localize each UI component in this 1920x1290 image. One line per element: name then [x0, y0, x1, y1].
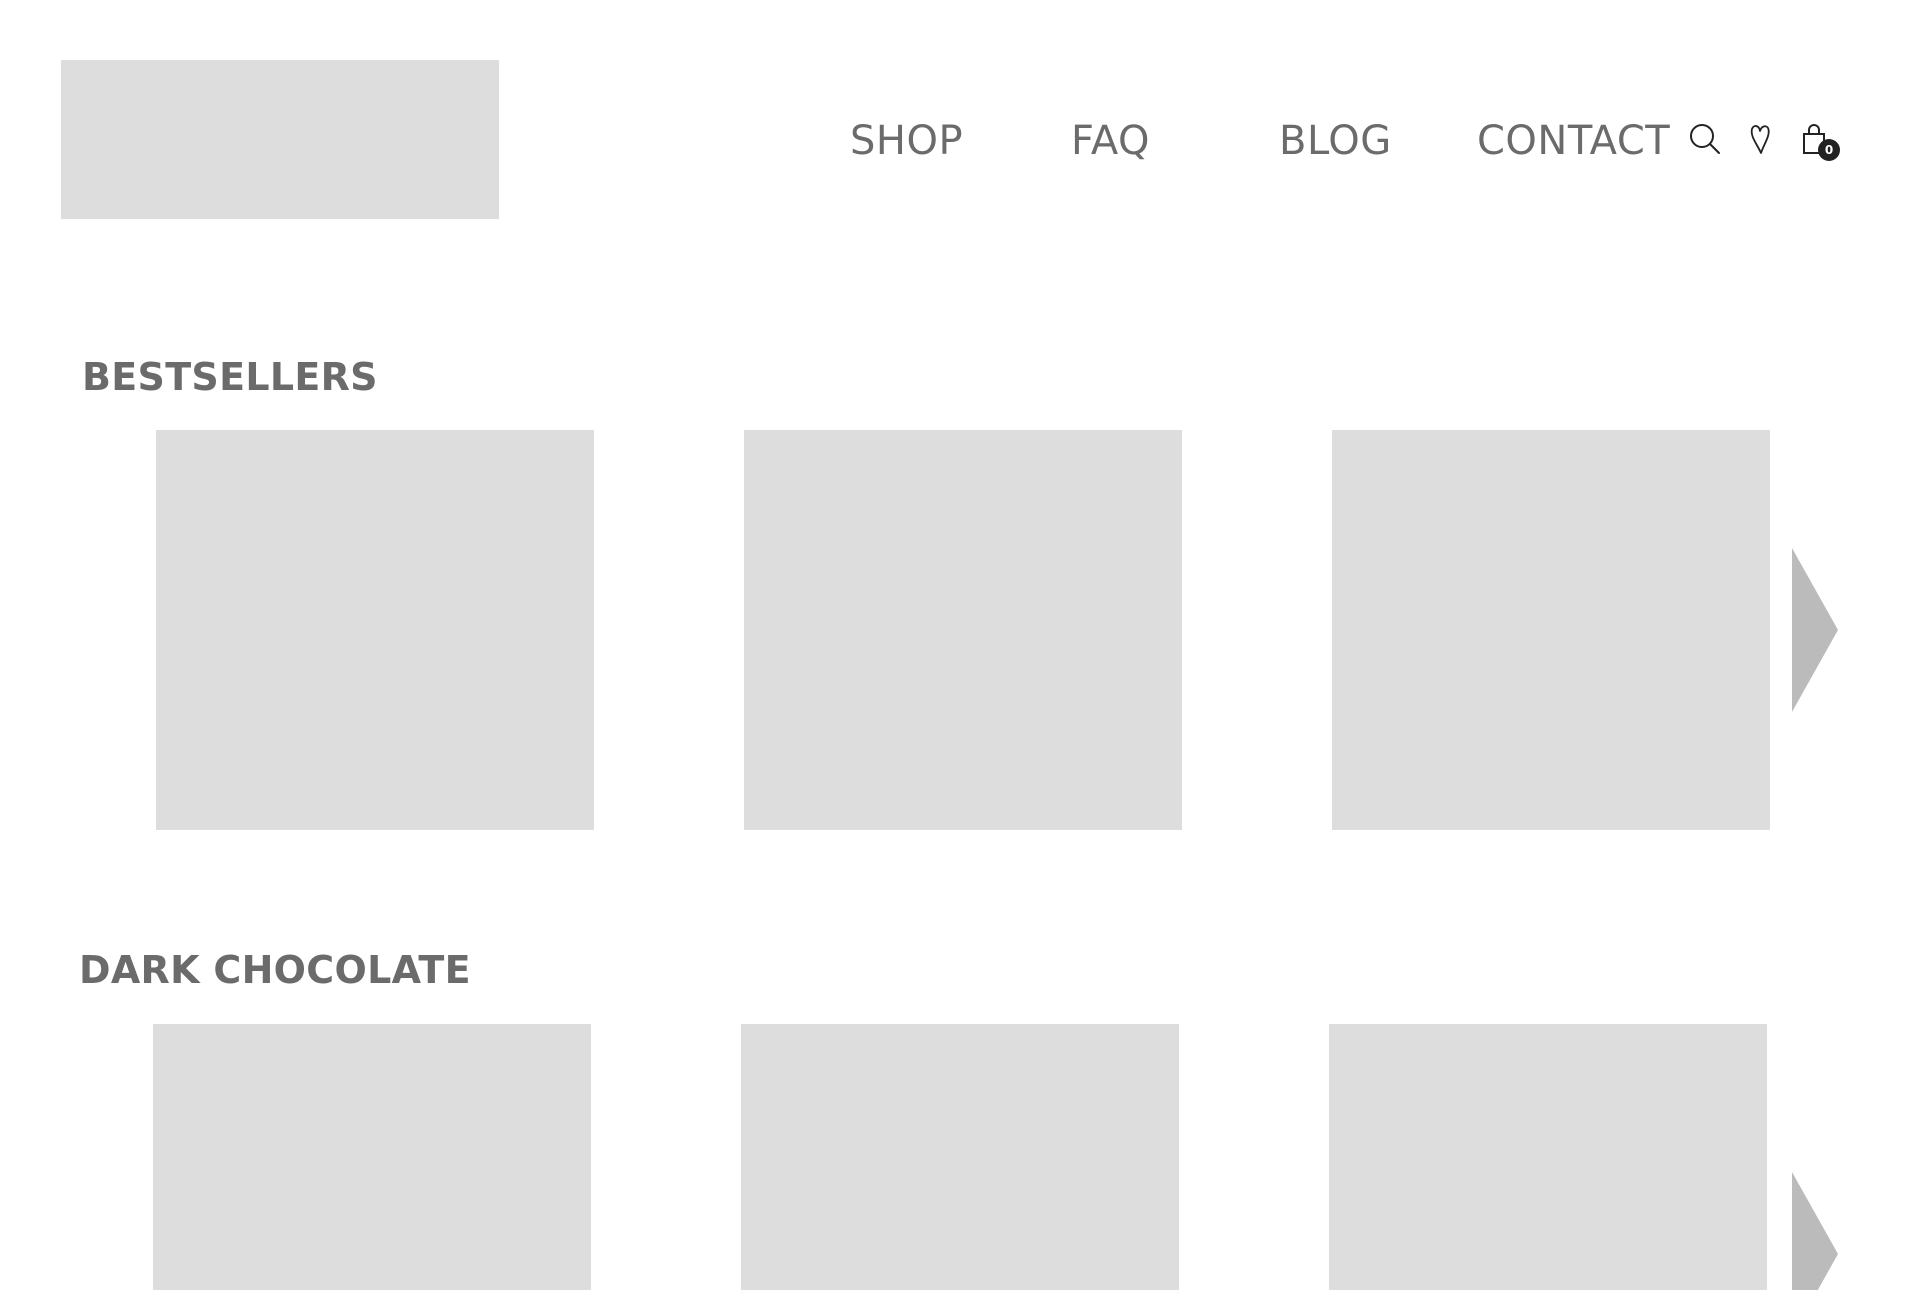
nav-blog-link[interactable]: BLOG	[1279, 115, 1392, 167]
section-title: DARK CHOCOLATE	[79, 948, 471, 992]
nav-shop-link[interactable]: SHOP	[850, 115, 963, 167]
product-card[interactable]	[744, 430, 1182, 830]
cart-count-badge: 0	[1818, 139, 1840, 161]
product-card[interactable]	[153, 1024, 591, 1290]
wishlist-heart-icon[interactable]	[1744, 122, 1778, 156]
product-card[interactable]	[741, 1024, 1179, 1290]
carousel-next-arrow-icon[interactable]	[1792, 1172, 1838, 1290]
nav-contact-link[interactable]: CONTACT	[1477, 115, 1670, 167]
product-card[interactable]	[1329, 1024, 1767, 1290]
product-card[interactable]	[1332, 430, 1770, 830]
product-card[interactable]	[156, 430, 594, 830]
carousel-next-arrow-icon[interactable]	[1792, 548, 1838, 712]
logo-placeholder[interactable]	[61, 60, 499, 219]
search-icon[interactable]	[1688, 122, 1722, 156]
nav-faq-link[interactable]: FAQ	[1071, 115, 1150, 167]
section-title: BESTSELLERS	[82, 355, 378, 399]
